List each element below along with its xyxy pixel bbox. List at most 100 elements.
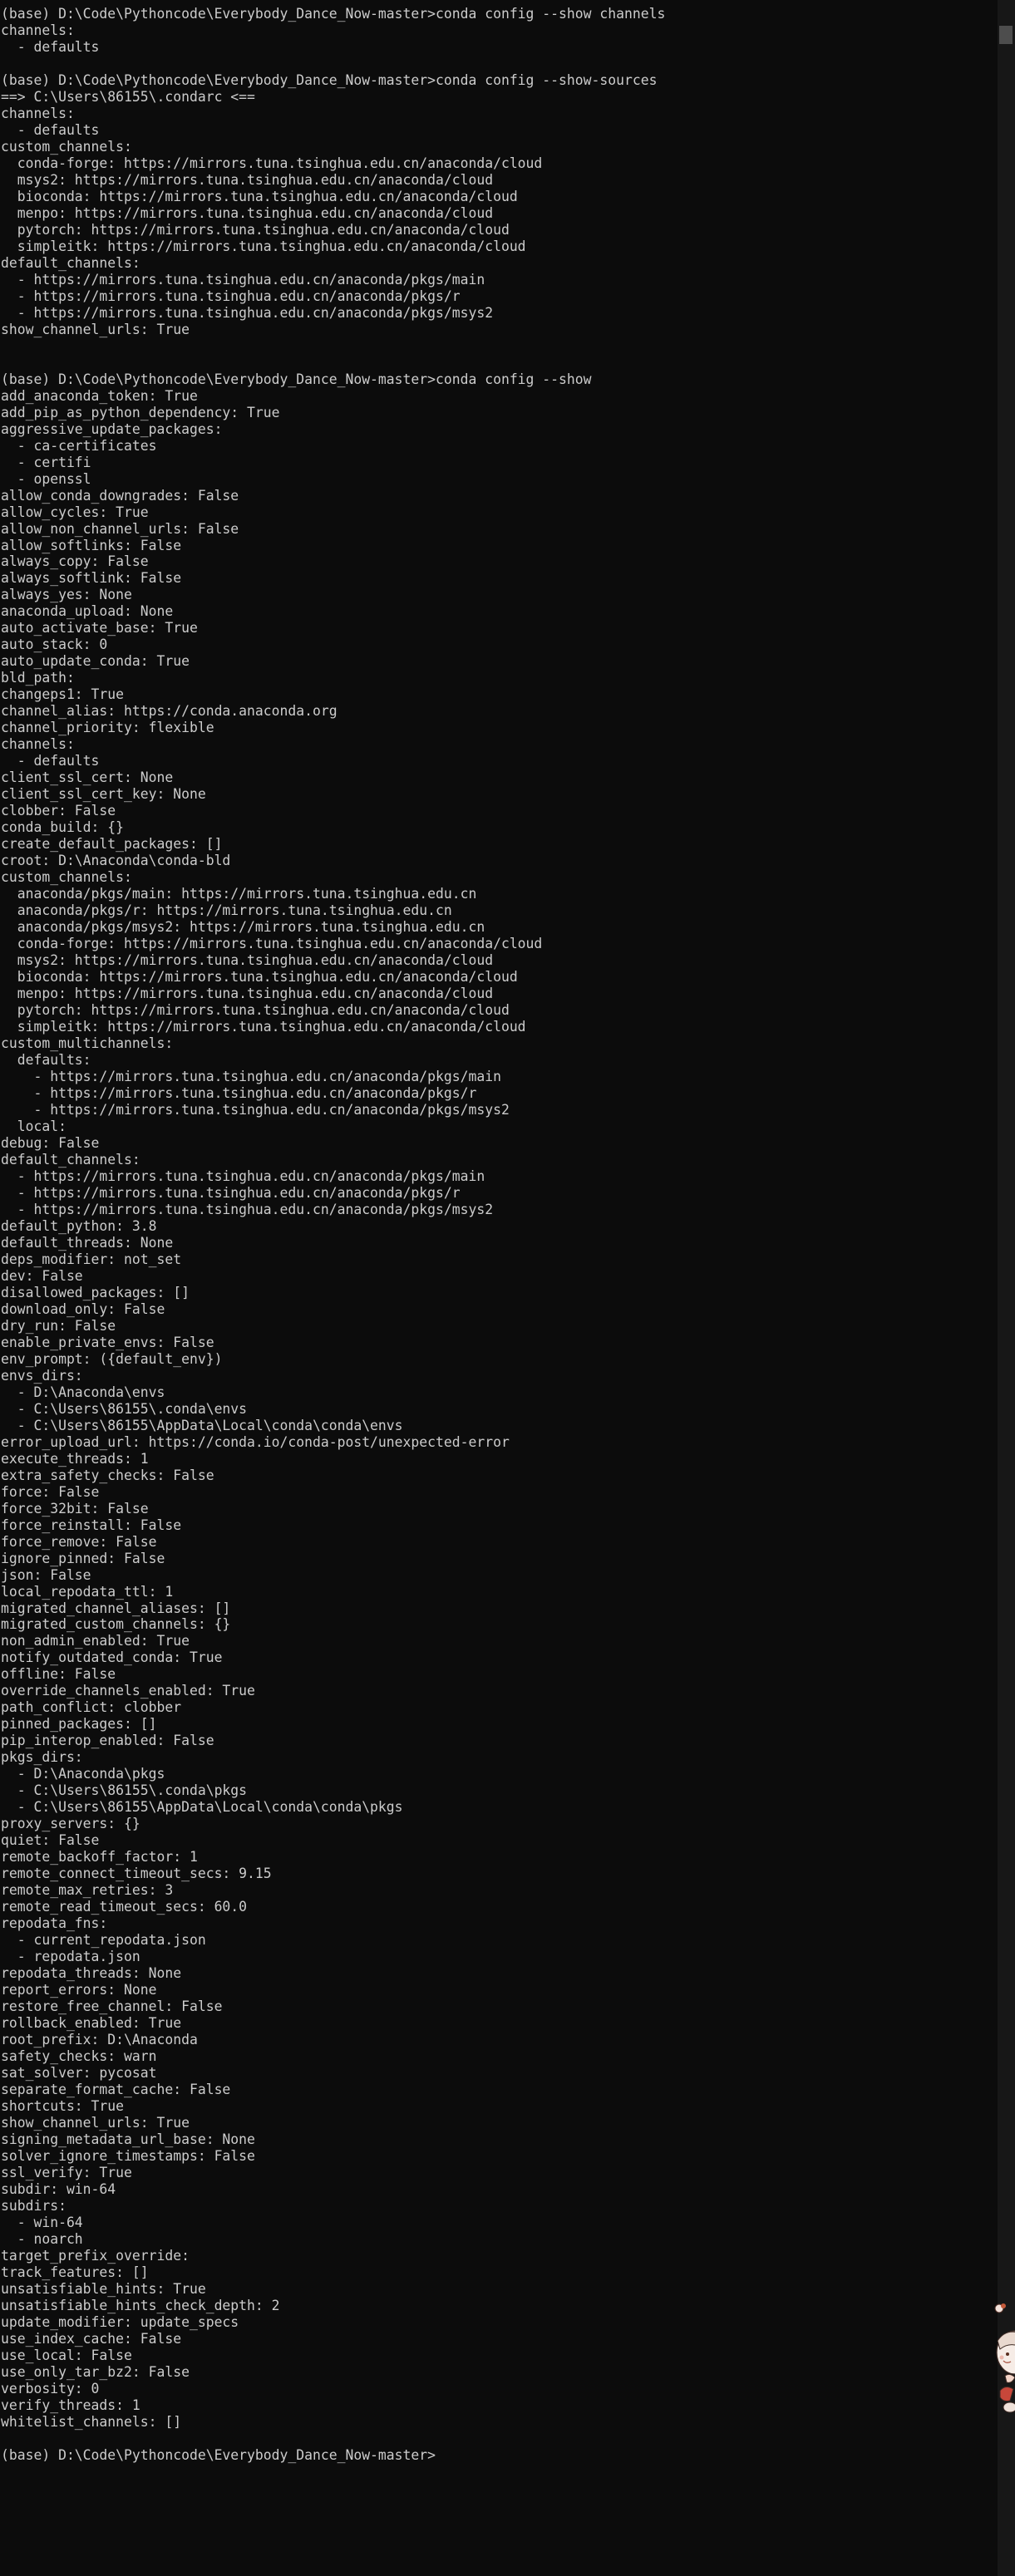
output-line: subdir: win-64 xyxy=(1,2180,116,2197)
output-line: force: False xyxy=(1,1483,100,1500)
output-line: env_prompt: ({default_env}) xyxy=(1,1350,223,1367)
output-line: default_threads: None xyxy=(1,1234,174,1251)
output-line: - current_repodata.json xyxy=(1,1932,206,1949)
output-line: - https://mirrors.tuna.tsinghua.edu.cn/a… xyxy=(1,1184,461,1201)
output-line: ==> C:\Users\86155\.condarc <== xyxy=(1,88,255,105)
output-line: proxy_servers: {} xyxy=(1,1816,140,1832)
output-line: verify_threads: 1 xyxy=(1,2397,140,2413)
output-line: custom_channels: xyxy=(1,869,132,886)
output-line: use_only_tar_bz2: False xyxy=(1,2363,190,2380)
output-line: bld_path: xyxy=(1,670,75,686)
output-line: deps_modifier: not_set xyxy=(1,1251,182,1267)
command-prompt-line: (base) D:\Code\Pythoncode\Everybody_Danc… xyxy=(1,6,666,22)
output-line: default_channels: xyxy=(1,254,140,271)
output-line: add_anaconda_token: True xyxy=(1,387,198,404)
output-line: bioconda: https://mirrors.tuna.tsinghua.… xyxy=(1,188,518,204)
command-prompt-line: (base) D:\Code\Pythoncode\Everybody_Danc… xyxy=(1,2446,436,2463)
output-line: default_channels: xyxy=(1,1151,140,1168)
terminal-output[interactable]: (base) D:\Code\Pythoncode\Everybody_Danc… xyxy=(0,0,998,2576)
output-line: auto_update_conda: True xyxy=(1,653,190,670)
output-line: - D:\Anaconda\pkgs xyxy=(1,1766,165,1782)
output-line: channel_priority: flexible xyxy=(1,720,214,736)
vertical-scrollbar[interactable] xyxy=(998,0,1015,2576)
output-line: - defaults xyxy=(1,121,100,138)
output-line: msys2: https://mirrors.tuna.tsinghua.edu… xyxy=(1,171,494,188)
mascot-hand-icon xyxy=(999,2373,1015,2413)
output-line: whitelist_channels: [] xyxy=(1,2413,182,2430)
output-line: report_errors: None xyxy=(1,1982,157,1998)
output-line: - https://mirrors.tuna.tsinghua.edu.cn/a… xyxy=(1,271,485,288)
output-line: channels: xyxy=(1,736,75,753)
output-line: - win-64 xyxy=(1,2214,83,2230)
output-line: quiet: False xyxy=(1,1832,100,1849)
output-line: offline: False xyxy=(1,1666,116,1683)
output-line: update_modifier: update_specs xyxy=(1,2313,239,2330)
output-line: defaults: xyxy=(1,1052,91,1069)
output-line: non_admin_enabled: True xyxy=(1,1633,190,1649)
output-line: rollback_enabled: True xyxy=(1,2015,182,2032)
output-line: signing_metadata_url_base: None xyxy=(1,2131,255,2147)
output-line: default_python: 3.8 xyxy=(1,1217,157,1234)
output-line: client_ssl_cert_key: None xyxy=(1,786,206,803)
output-line: client_ssl_cert: None xyxy=(1,769,174,786)
output-line: - https://mirrors.tuna.tsinghua.edu.cn/a… xyxy=(1,304,494,321)
output-line: always_softlink: False xyxy=(1,570,182,587)
output-line: simpleitk: https://mirrors.tuna.tsinghua… xyxy=(1,238,526,254)
output-line: root_prefix: D:\Anaconda xyxy=(1,2032,198,2048)
bow-icon xyxy=(994,2303,1006,2313)
output-line: remote_max_retries: 3 xyxy=(1,1882,174,1899)
output-line: error_upload_url: https://conda.io/conda… xyxy=(1,1433,510,1450)
output-line: unsatisfiable_hints_check_depth: 2 xyxy=(1,2297,280,2313)
output-line: pinned_packages: [] xyxy=(1,1716,157,1733)
output-line: ssl_verify: True xyxy=(1,2164,132,2180)
output-line: dev: False xyxy=(1,1267,83,1284)
output-line: - C:\Users\86155\AppData\Local\conda\con… xyxy=(1,1417,403,1433)
output-line: envs_dirs: xyxy=(1,1367,83,1384)
output-line: - openssl xyxy=(1,470,91,487)
output-line: allow_cycles: True xyxy=(1,504,149,520)
anime-girl-mascot-icon[interactable] xyxy=(985,2298,1015,2422)
output-line: anaconda/pkgs/r: https://mirrors.tuna.ts… xyxy=(1,902,452,919)
output-line: add_pip_as_python_dependency: True xyxy=(1,404,280,420)
output-line: - https://mirrors.tuna.tsinghua.edu.cn/a… xyxy=(1,1084,477,1101)
output-line: local: xyxy=(1,1118,67,1134)
output-line: - C:\Users\86155\.conda\pkgs xyxy=(1,1782,248,1799)
output-line: download_only: False xyxy=(1,1300,165,1317)
output-line: track_features: [] xyxy=(1,2264,149,2280)
output-line: anaconda/pkgs/msys2: https://mirrors.tun… xyxy=(1,919,485,936)
output-line: - repodata.json xyxy=(1,1949,140,1965)
output-line: verbosity: 0 xyxy=(1,2380,100,2397)
output-line: always_yes: None xyxy=(1,587,132,603)
output-line: - C:\Users\86155\AppData\Local\conda\con… xyxy=(1,1799,403,1816)
output-line: force_reinstall: False xyxy=(1,1517,182,1533)
output-line: menpo: https://mirrors.tuna.tsinghua.edu… xyxy=(1,204,494,221)
output-line: always_copy: False xyxy=(1,553,149,570)
output-line: solver_ignore_timestamps: False xyxy=(1,2147,255,2164)
output-line: shortcuts: True xyxy=(1,2098,125,2115)
output-line: - https://mirrors.tuna.tsinghua.edu.cn/a… xyxy=(1,288,461,304)
output-line: - noarch xyxy=(1,2230,83,2247)
output-line: remote_backoff_factor: 1 xyxy=(1,1849,198,1866)
output-line: restore_free_channel: False xyxy=(1,1998,223,2015)
output-line: auto_activate_base: True xyxy=(1,620,198,637)
output-line: conda-forge: https://mirrors.tuna.tsingh… xyxy=(1,155,543,171)
output-line: - defaults xyxy=(1,38,100,55)
output-line: separate_format_cache: False xyxy=(1,2082,231,2098)
command-prompt-line: (base) D:\Code\Pythoncode\Everybody_Danc… xyxy=(1,71,658,88)
output-line: migrated_channel_aliases: [] xyxy=(1,1600,231,1616)
output-line: repodata_fns: xyxy=(1,1915,108,1932)
output-line: auto_stack: 0 xyxy=(1,637,108,653)
output-line: custom_multichannels: xyxy=(1,1035,174,1052)
output-line: enable_private_envs: False xyxy=(1,1334,214,1350)
output-line: clobber: False xyxy=(1,803,116,819)
output-line: use_index_cache: False xyxy=(1,2330,182,2347)
output-line: subdirs: xyxy=(1,2197,67,2214)
output-line: show_channel_urls: True xyxy=(1,321,190,337)
output-line: msys2: https://mirrors.tuna.tsinghua.edu… xyxy=(1,952,494,969)
output-line: pytorch: https://mirrors.tuna.tsinghua.e… xyxy=(1,1002,510,1019)
output-line: override_channels_enabled: True xyxy=(1,1683,255,1699)
output-line: conda_build: {} xyxy=(1,819,125,836)
scrollbar-thumb[interactable] xyxy=(999,26,1013,44)
